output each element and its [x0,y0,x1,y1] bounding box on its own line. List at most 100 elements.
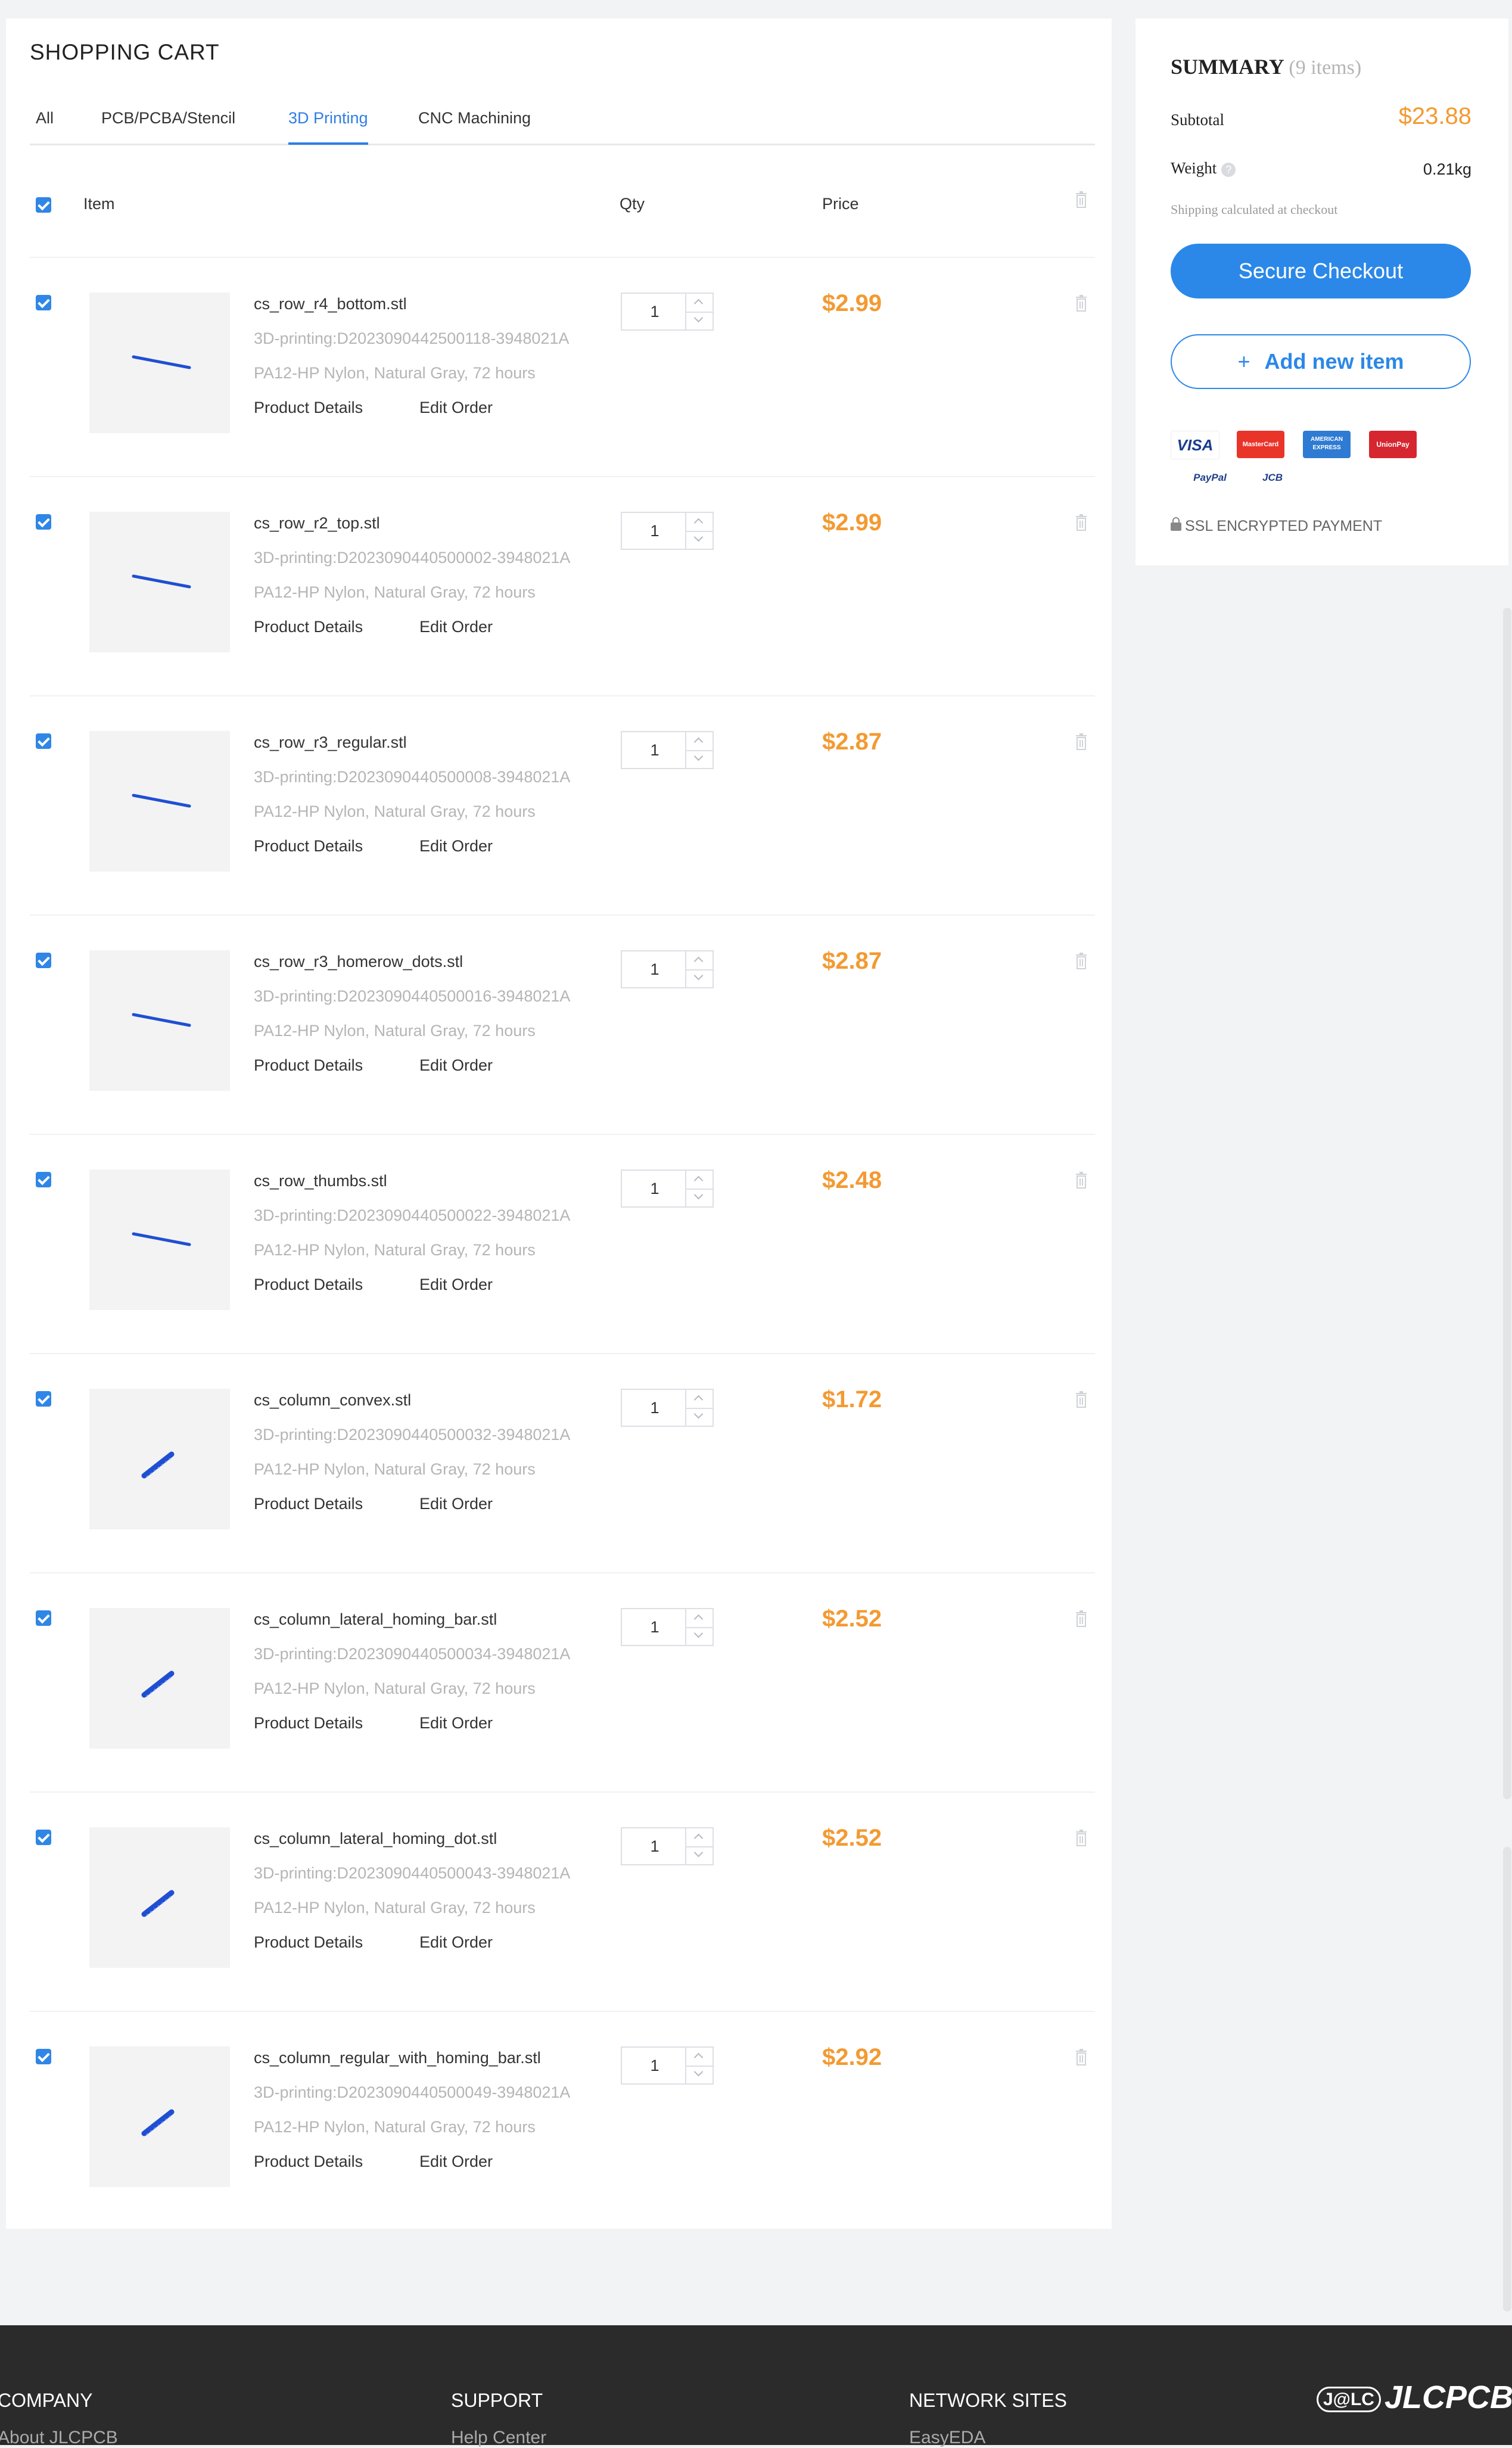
chevron-up-icon[interactable] [686,1171,713,1190]
product-details-link[interactable]: Product Details [254,1495,363,1513]
quantity-input[interactable]: 1 [622,1609,687,1645]
trash-icon[interactable] [1075,953,1088,969]
quantity-input[interactable]: 1 [622,1390,687,1426]
model-thumbnail[interactable] [89,950,230,1091]
chevron-up-icon[interactable] [686,1390,713,1409]
shipping-note: Shipping calculated at checkout [1171,202,1338,217]
quantity-input[interactable]: 1 [622,2048,687,2083]
quantity-input[interactable]: 1 [622,513,687,549]
model-thumbnail[interactable] [89,293,230,433]
model-thumbnail[interactable] [89,2046,230,2187]
item-checkbox[interactable] [36,295,51,310]
chevron-down-icon[interactable] [686,750,713,768]
trash-icon[interactable] [1075,1391,1088,1408]
edit-order-link[interactable]: Edit Order [419,837,493,856]
model-thumbnail[interactable] [89,1389,230,1529]
stepper-buttons [685,951,713,987]
product-details-link[interactable]: Product Details [254,837,363,856]
item-spec: PA12-HP Nylon, Natural Gray, 72 hours [254,1899,536,1917]
trash-icon[interactable] [1075,733,1088,750]
chevron-up-icon[interactable] [686,951,713,971]
edit-order-link[interactable]: Edit Order [419,618,493,636]
chevron-up-icon[interactable] [686,2048,713,2067]
product-details-link[interactable]: Product Details [254,1056,363,1075]
item-checkbox[interactable] [36,2049,51,2064]
chevron-up-icon[interactable] [686,294,713,313]
quantity-input[interactable]: 1 [622,1171,687,1206]
edit-order-link[interactable]: Edit Order [419,2153,493,2171]
chevron-down-icon[interactable] [686,1846,713,1864]
chevron-down-icon[interactable] [686,2066,713,2083]
page-title: SHOPPING CART [30,40,220,64]
edit-order-link[interactable]: Edit Order [419,1276,493,1294]
select-all-checkbox[interactable] [36,197,51,213]
trash-icon[interactable] [1075,295,1088,312]
trash-icon[interactable] [1075,1172,1088,1189]
quantity-input[interactable]: 1 [622,732,687,768]
edit-order-link[interactable]: Edit Order [419,1714,493,1732]
trash-icon[interactable] [1075,1610,1088,1627]
item-checkbox[interactable] [36,1172,51,1187]
chevron-up-icon[interactable] [686,513,713,532]
product-details-link[interactable]: Product Details [254,1276,363,1294]
stepper-buttons [685,294,713,329]
edit-order-link[interactable]: Edit Order [419,399,493,417]
item-checkbox[interactable] [36,1610,51,1626]
item-checkbox[interactable] [36,953,51,968]
cart-item-row: cs_column_lateral_homing_bar.stl 3D-print… [30,1572,1095,1793]
chevron-up-icon[interactable] [686,1609,713,1628]
product-details-link[interactable]: Product Details [254,1933,363,1952]
product-details-link[interactable]: Product Details [254,1714,363,1732]
item-price: $2.52 [822,1606,882,1632]
model-thumbnail[interactable] [89,1608,230,1749]
quantity-stepper: 1 [621,731,714,769]
item-order-code: 3D-printing:D2023090440500016-3948021A [254,987,571,1005]
edit-order-link[interactable]: Edit Order [419,1933,493,1952]
quantity-input[interactable]: 1 [622,951,687,987]
model-preview [132,794,191,808]
item-filename: cs_column_convex.stl [254,1391,412,1409]
jlcpcb-logo[interactable]: J@LC JLCPCB [1317,2379,1512,2416]
tab-3d-printing[interactable]: 3D Printing [288,109,368,145]
trash-icon[interactable] [1075,2049,1088,2066]
visa-logo: VISA [1171,431,1219,459]
chevron-down-icon[interactable] [686,312,713,329]
tab-all[interactable]: All [36,109,54,127]
item-checkbox[interactable] [36,1391,51,1407]
chevron-down-icon[interactable] [686,969,713,987]
chevron-down-icon[interactable] [686,1408,713,1426]
secure-checkout-button[interactable]: Secure Checkout [1171,244,1471,298]
model-thumbnail[interactable] [89,1169,230,1310]
item-checkbox[interactable] [36,514,51,530]
item-checkbox[interactable] [36,733,51,749]
tab-cnc-machining[interactable]: CNC Machining [418,109,531,127]
edit-order-link[interactable]: Edit Order [419,1056,493,1075]
item-order-code: 3D-printing:D2023090440500043-3948021A [254,1864,571,1882]
item-checkbox[interactable] [36,1830,51,1845]
help-icon[interactable]: ? [1221,162,1236,177]
product-details-link[interactable]: Product Details [254,399,363,417]
chevron-up-icon[interactable] [686,1828,713,1847]
model-thumbnail[interactable] [89,1827,230,1968]
chevron-down-icon[interactable] [686,1627,713,1645]
tab-pcb[interactable]: PCB/PCBA/Stencil [101,109,235,127]
cart-item-row: cs_row_r3_regular.stl 3D-printing:D202309… [30,695,1095,916]
scrollbar-thumb-lower[interactable] [1503,1847,1511,2312]
product-details-link[interactable]: Product Details [254,618,363,636]
product-details-link[interactable]: Product Details [254,2153,363,2171]
scrollbar-thumb[interactable] [1503,608,1511,1799]
add-new-item-button[interactable]: + Add new item [1171,334,1471,389]
trash-icon[interactable] [1075,514,1088,531]
trash-icon[interactable] [1075,191,1088,208]
trash-icon[interactable] [1075,1830,1088,1846]
model-thumbnail[interactable] [89,512,230,652]
item-price: $2.99 [822,290,882,316]
chevron-down-icon[interactable] [686,1189,713,1206]
chevron-up-icon[interactable] [686,732,713,751]
quantity-input[interactable]: 1 [622,294,687,329]
item-filename: cs_column_lateral_homing_bar.stl [254,1610,497,1628]
quantity-input[interactable]: 1 [622,1828,687,1864]
chevron-down-icon[interactable] [686,531,713,549]
model-thumbnail[interactable] [89,731,230,872]
edit-order-link[interactable]: Edit Order [419,1495,493,1513]
